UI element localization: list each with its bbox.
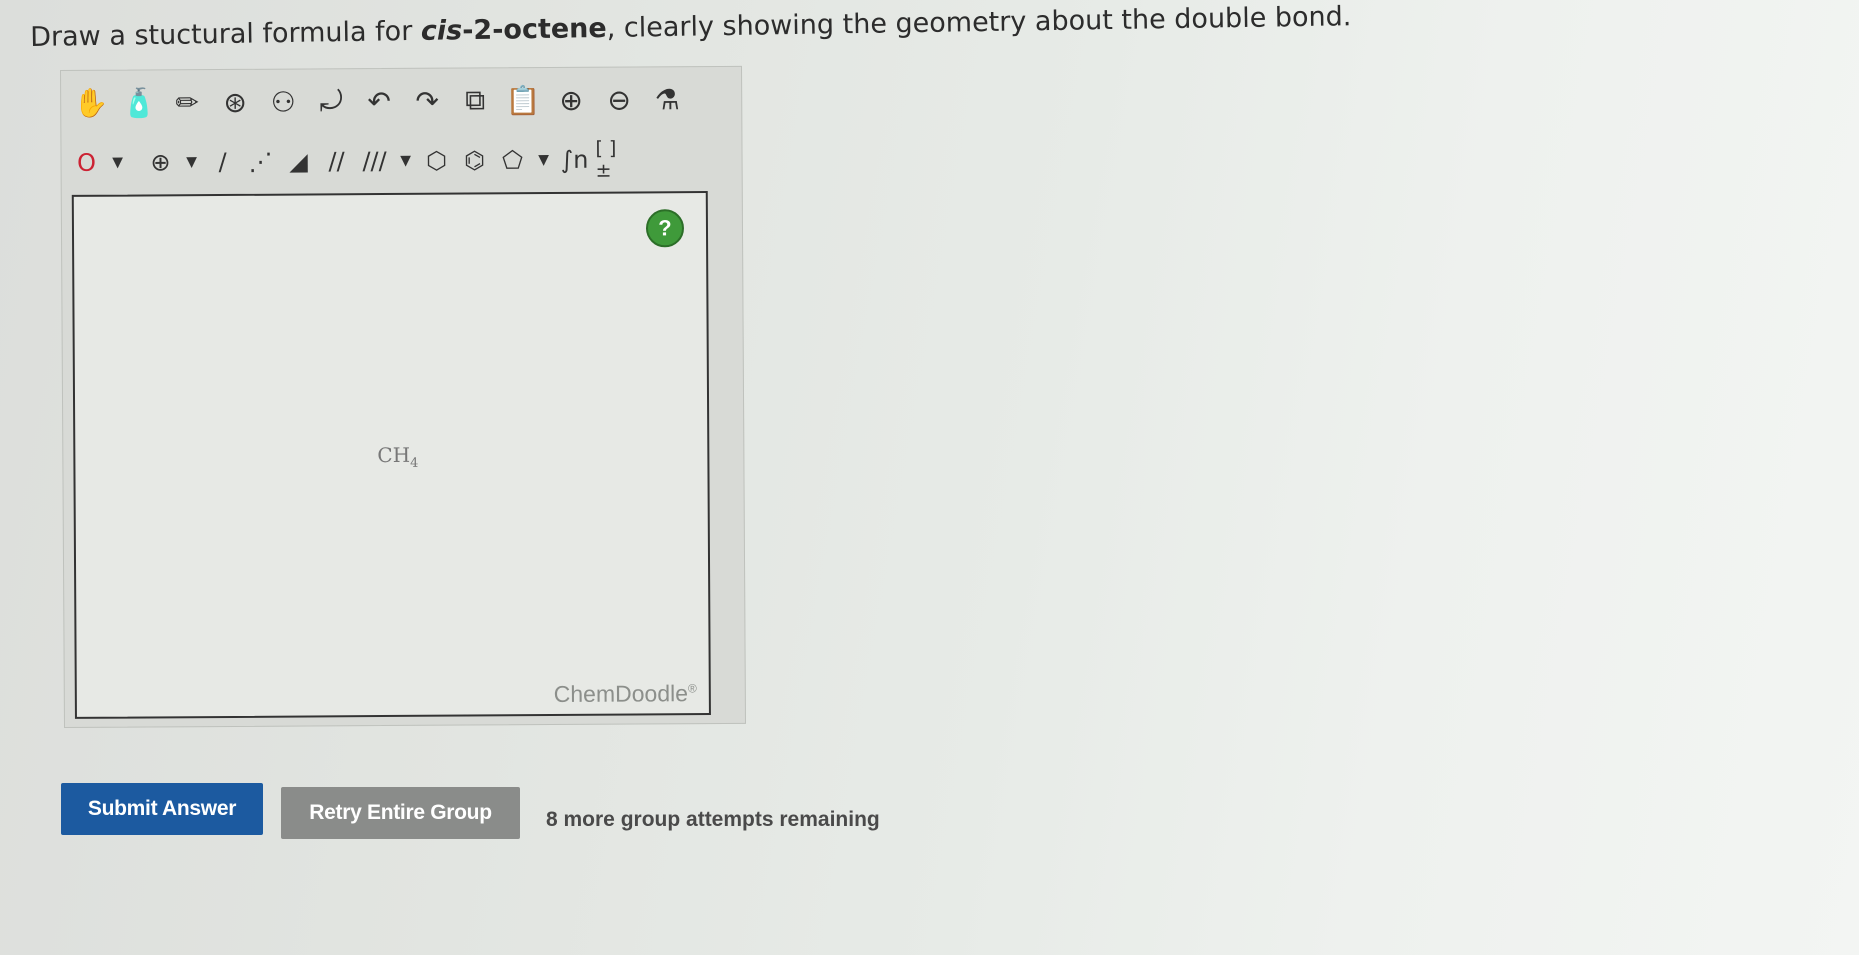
bracket-button[interactable]: [ ]± [595, 138, 629, 182]
double-bond-button[interactable]: // [319, 139, 353, 183]
repeat-unit-button[interactable]: ∫n [557, 138, 591, 182]
center-icon[interactable]: ⊛ [213, 80, 257, 124]
ring5-button[interactable]: ⬠ [495, 138, 529, 182]
benzene-button[interactable]: ⌬ [457, 138, 491, 182]
drawing-canvas[interactable]: ? CH4 ChemDoodle® [71, 191, 711, 719]
paste-icon[interactable]: 📋 [501, 78, 545, 122]
attempts-remaining-text: 8 more group attempts remaining [546, 808, 880, 831]
redo-icon[interactable]: ↷ [405, 79, 449, 123]
ring-dropdown-icon[interactable]: ▼ [533, 138, 553, 182]
eraser-icon[interactable]: ✏ [165, 80, 209, 124]
question-suffix: , clearly showing the geometry about the… [606, 1, 1352, 44]
question-prefix: Draw a stuctural formula for [30, 15, 422, 53]
chemdoodle-brand: ChemDoodle® [553, 680, 697, 707]
wedge-bond-button[interactable]: ◢ [281, 139, 315, 183]
help-button[interactable]: ? [645, 209, 685, 248]
clean-icon[interactable]: ⚗ [645, 77, 689, 121]
zoom-out-icon[interactable]: ⊖ [597, 77, 641, 121]
chemdoodle-editor: ✋ 🧴 ✏ ⊛ ⚇ ⤾ ↶ ↷ ⧉ 📋 ⊕ ⊖ ⚗ O ▼ ⊕ ▼ / ⋰ ◢ … [60, 65, 747, 728]
compound-rest: -2-octene [461, 12, 607, 47]
toolbar-bottom: O ▼ ⊕ ▼ / ⋰ ◢ // /// ▼ ⬡ ⌬ ⬠ ▼ ∫n [ ]± [61, 131, 741, 191]
toolbar-top: ✋ 🧴 ✏ ⊛ ⚇ ⤾ ↶ ↷ ⧉ 📋 ⊕ ⊖ ⚗ [61, 71, 741, 131]
clear-icon[interactable]: 🧴 [117, 80, 161, 124]
atom-dropdown-icon[interactable]: ▼ [107, 141, 127, 185]
ring6-button[interactable]: ⬡ [419, 139, 453, 183]
flip-icon[interactable]: ⚇ [261, 80, 305, 124]
copy-icon[interactable]: ⧉ [453, 78, 497, 122]
submit-answer-button[interactable]: Submit Answer [61, 783, 263, 835]
undo-icon[interactable]: ↶ [357, 79, 401, 123]
hand-icon[interactable]: ✋ [69, 81, 113, 125]
zoom-in-icon[interactable]: ⊕ [549, 78, 593, 122]
recessed-bond-button[interactable]: ⋰ [243, 140, 277, 184]
triple-bond-button[interactable]: /// [357, 139, 391, 183]
charge-dropdown-icon[interactable]: ▼ [181, 140, 201, 184]
question-text: Draw a stuctural formula for cis-2-octen… [30, 1, 1352, 53]
bond-dropdown-icon[interactable]: ▼ [395, 139, 415, 183]
molecule-label[interactable]: CH4 [377, 443, 418, 471]
charge-button[interactable]: ⊕ [143, 140, 177, 184]
rotate-icon[interactable]: ⤾ [309, 79, 353, 123]
single-bond-button[interactable]: / [205, 140, 239, 184]
atom-label-button[interactable]: O [69, 141, 103, 185]
retry-entire-group-button[interactable]: Retry Entire Group [281, 787, 520, 839]
compound-italic: cis [420, 15, 463, 47]
